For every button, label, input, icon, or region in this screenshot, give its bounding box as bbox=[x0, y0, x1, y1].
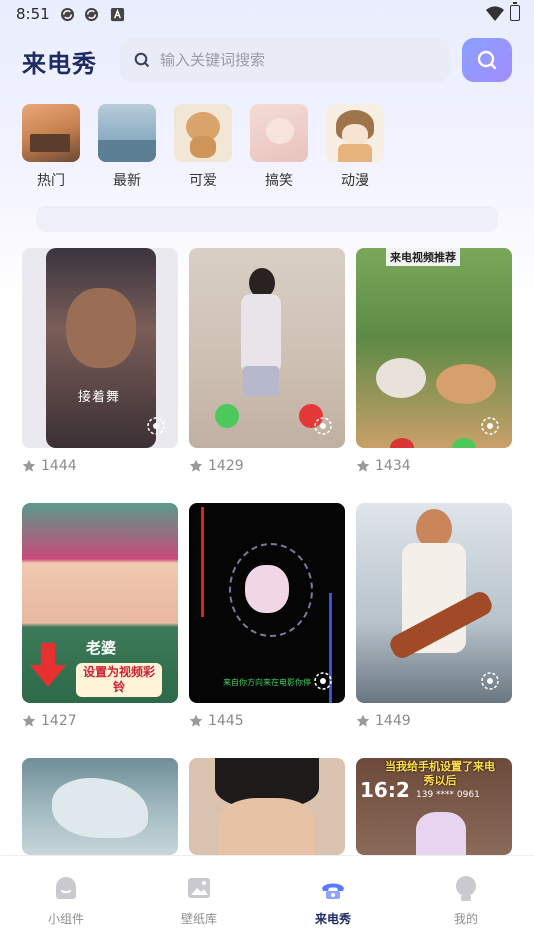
video-card[interactable]: 老婆 设置为视频彩铃 1427 bbox=[22, 503, 178, 729]
phone-icon bbox=[322, 883, 344, 899]
video-card[interactable]: 来电视频推荐 1434 bbox=[356, 248, 512, 474]
video-thumbnail: 老婆 设置为视频彩铃 bbox=[22, 503, 178, 703]
video-card[interactable] bbox=[189, 758, 345, 855]
status-time: 8:51 bbox=[16, 5, 50, 23]
like-count-value: 1429 bbox=[208, 458, 244, 474]
nav-widgets[interactable]: 小组件 bbox=[21, 874, 111, 927]
status-bar: 8:51 bbox=[0, 0, 534, 28]
category-cute[interactable]: 可爱 bbox=[174, 104, 232, 190]
video-thumbnail: 接着舞 bbox=[22, 248, 178, 448]
search-bar[interactable] bbox=[120, 38, 450, 82]
category-label: 最新 bbox=[113, 173, 141, 189]
nav-label: 小组件 bbox=[47, 912, 84, 926]
category-label: 热门 bbox=[37, 173, 65, 189]
video-thumbnail bbox=[189, 758, 345, 855]
star-icon bbox=[22, 714, 36, 727]
nav-wallpapers[interactable]: 壁纸库 bbox=[154, 874, 244, 927]
like-count: 1429 bbox=[189, 458, 244, 474]
wallpaper-icon bbox=[188, 878, 210, 898]
star-icon bbox=[189, 459, 203, 472]
like-count-value: 1445 bbox=[208, 713, 244, 729]
overlay-caption: 接着舞 bbox=[78, 390, 121, 405]
set-ringtone-icon[interactable] bbox=[313, 671, 333, 691]
widget-icon bbox=[56, 877, 76, 899]
overlay-caption: 老婆 bbox=[86, 639, 117, 657]
like-count-value: 1434 bbox=[375, 458, 411, 474]
search-button[interactable] bbox=[462, 38, 512, 82]
like-count-value: 1444 bbox=[41, 458, 77, 474]
wifi-icon bbox=[486, 6, 504, 22]
battery-icon bbox=[510, 2, 520, 21]
set-ringtone-icon[interactable] bbox=[480, 671, 500, 691]
category-thumbnail bbox=[98, 104, 156, 162]
sync-icon bbox=[60, 7, 75, 22]
category-new[interactable]: 最新 bbox=[98, 104, 156, 190]
like-count: 1444 bbox=[22, 458, 77, 474]
video-thumbnail bbox=[356, 503, 512, 703]
video-thumbnail: 来自你方向来在电影你停 bbox=[189, 503, 345, 703]
set-ringtone-icon[interactable] bbox=[313, 416, 333, 436]
font-a-icon bbox=[110, 7, 125, 22]
star-icon bbox=[22, 459, 36, 472]
video-thumbnail: 当我给手机设置了来电秀以后 16:2 139 **** 0961 bbox=[356, 758, 512, 855]
like-count: 1445 bbox=[189, 713, 244, 729]
profile-icon bbox=[456, 876, 476, 901]
like-count-value: 1449 bbox=[375, 713, 411, 729]
star-icon bbox=[189, 714, 203, 727]
nav-call-show[interactable]: 来电秀 bbox=[288, 874, 378, 927]
section-divider bbox=[36, 208, 498, 232]
video-thumbnail bbox=[22, 758, 178, 855]
like-count: 1449 bbox=[356, 713, 411, 729]
nav-profile[interactable]: 我的 bbox=[421, 874, 511, 927]
video-card[interactable] bbox=[22, 758, 178, 855]
star-icon bbox=[356, 459, 370, 472]
category-thumbnail bbox=[326, 104, 384, 162]
category-hot[interactable]: 热门 bbox=[22, 104, 80, 190]
category-label: 动漫 bbox=[341, 173, 369, 189]
video-card[interactable]: 接着舞 1444 bbox=[22, 248, 178, 474]
app-logo: 来电秀 bbox=[22, 50, 97, 78]
set-ringtone-icon[interactable] bbox=[480, 416, 500, 436]
search-icon bbox=[477, 50, 497, 70]
category-row: 热门 最新 可爱 搞笑 动漫 bbox=[22, 104, 402, 190]
video-thumbnail: 来电视频推荐 bbox=[356, 248, 512, 448]
overlay-time: 16:2 bbox=[360, 778, 410, 802]
video-card[interactable]: 1449 bbox=[356, 503, 512, 729]
overlay-caption-2: 设置为视频彩铃 bbox=[76, 663, 162, 697]
category-label: 搞笑 bbox=[265, 173, 293, 189]
like-count: 1434 bbox=[356, 458, 411, 474]
video-card[interactable]: 1429 bbox=[189, 248, 345, 474]
like-count-value: 1427 bbox=[41, 713, 77, 729]
category-funny[interactable]: 搞笑 bbox=[250, 104, 308, 190]
video-thumbnail bbox=[189, 248, 345, 448]
set-ringtone-icon[interactable] bbox=[146, 416, 166, 436]
sync-icon bbox=[84, 7, 99, 22]
search-input[interactable] bbox=[158, 50, 432, 70]
category-thumbnail bbox=[174, 104, 232, 162]
search-icon bbox=[134, 52, 150, 68]
category-label: 可爱 bbox=[189, 173, 217, 189]
bottom-navigation: 小组件 壁纸库 来电秀 我的 bbox=[0, 855, 534, 951]
category-thumbnail bbox=[22, 104, 80, 162]
like-count: 1427 bbox=[22, 713, 77, 729]
overlay-number: 139 **** 0961 bbox=[416, 790, 480, 800]
category-anime[interactable]: 动漫 bbox=[326, 104, 384, 190]
nav-label: 来电秀 bbox=[314, 912, 351, 926]
category-thumbnail bbox=[250, 104, 308, 162]
nav-label: 我的 bbox=[453, 912, 478, 926]
star-icon bbox=[356, 714, 370, 727]
overlay-caption: 来电视频推荐 bbox=[386, 248, 460, 266]
nav-label: 壁纸库 bbox=[180, 912, 217, 926]
video-card[interactable]: 来自你方向来在电影你停 1445 bbox=[189, 503, 345, 729]
video-card[interactable]: 当我给手机设置了来电秀以后 16:2 139 **** 0961 bbox=[356, 758, 512, 855]
